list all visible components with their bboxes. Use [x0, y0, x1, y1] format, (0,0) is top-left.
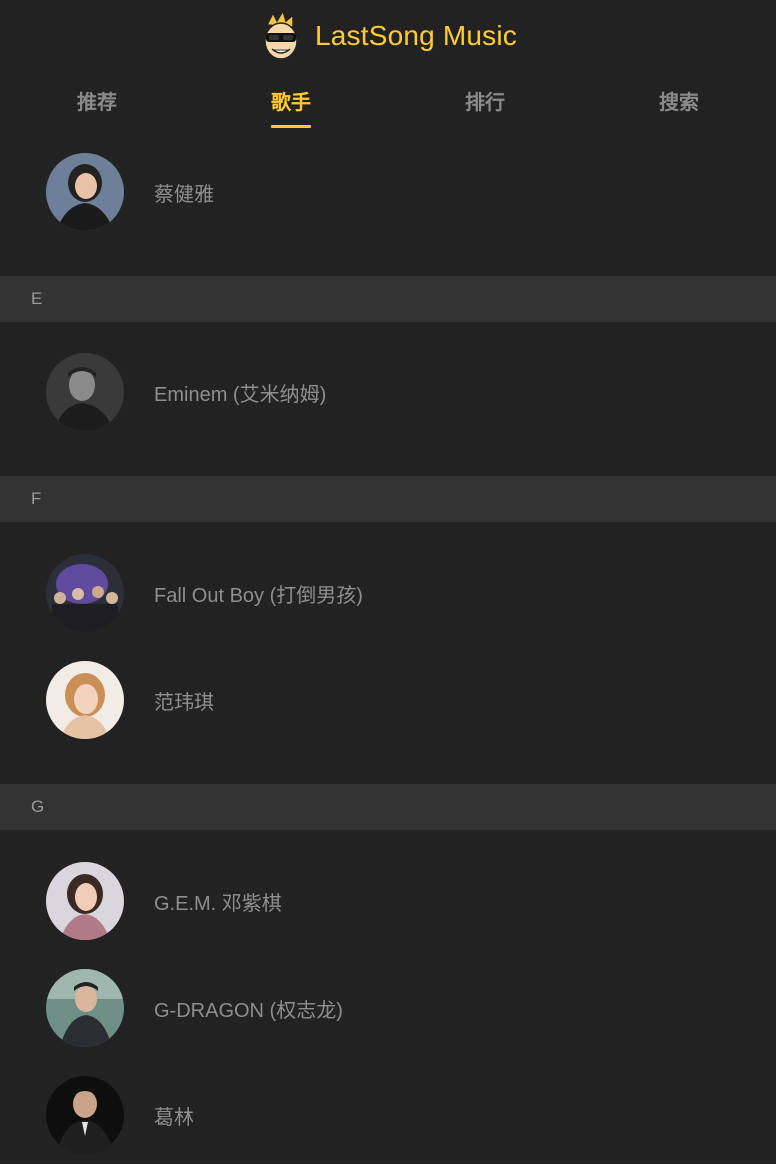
tab-singers[interactable]: 歌手	[194, 80, 388, 130]
group-letter: F	[31, 489, 42, 508]
tab-label: 排行	[465, 90, 505, 114]
list-item[interactable]: 葛林	[0, 1075, 776, 1155]
mascot-face-icon	[259, 9, 303, 63]
avatar	[46, 862, 124, 940]
avatar	[46, 353, 124, 431]
avatar	[46, 969, 124, 1047]
nav-tabs: 推荐 歌手 排行 搜索	[0, 80, 776, 130]
app-root: LastSong Music 推荐 歌手 排行 搜索 蔡健雅 E Eminem …	[0, 0, 776, 1164]
tab-label: 搜索	[659, 90, 699, 114]
list-item[interactable]: 蔡健雅	[0, 152, 776, 232]
group-header-f: F	[0, 476, 776, 522]
singer-name: G.E.M. 邓紫棋	[154, 892, 282, 915]
avatar	[46, 661, 124, 739]
singer-name: 范玮琪	[154, 691, 214, 714]
avatar	[46, 153, 124, 231]
list-item[interactable]: Eminem (艾米纳姆)	[0, 352, 776, 432]
avatar	[46, 554, 124, 632]
group-letter: E	[31, 289, 43, 308]
avatar	[46, 1076, 124, 1154]
group-header-g: G	[0, 784, 776, 830]
list-item[interactable]: Fall Out Boy (打倒男孩)	[0, 553, 776, 633]
tab-rank[interactable]: 排行	[388, 80, 582, 130]
tab-label: 推荐	[77, 90, 117, 114]
tab-label: 歌手	[271, 80, 311, 128]
app-header: LastSong Music	[0, 0, 776, 72]
list-item[interactable]: G.E.M. 邓紫棋	[0, 861, 776, 941]
tab-recommend[interactable]: 推荐	[0, 80, 194, 130]
list-item[interactable]: G-DRAGON (权志龙)	[0, 968, 776, 1048]
list-item[interactable]: 范玮琪	[0, 660, 776, 740]
group-letter: G	[31, 797, 45, 816]
app-title: LastSong Music	[314, 20, 517, 51]
group-header-e: E	[0, 276, 776, 322]
singer-name: Eminem (艾米纳姆)	[154, 383, 327, 406]
singer-name: 蔡健雅	[154, 183, 214, 206]
singer-name: 葛林	[154, 1106, 194, 1129]
singer-name: Fall Out Boy (打倒男孩)	[154, 584, 363, 607]
tab-search[interactable]: 搜索	[582, 80, 776, 130]
singer-name: G-DRAGON (权志龙)	[154, 999, 343, 1022]
